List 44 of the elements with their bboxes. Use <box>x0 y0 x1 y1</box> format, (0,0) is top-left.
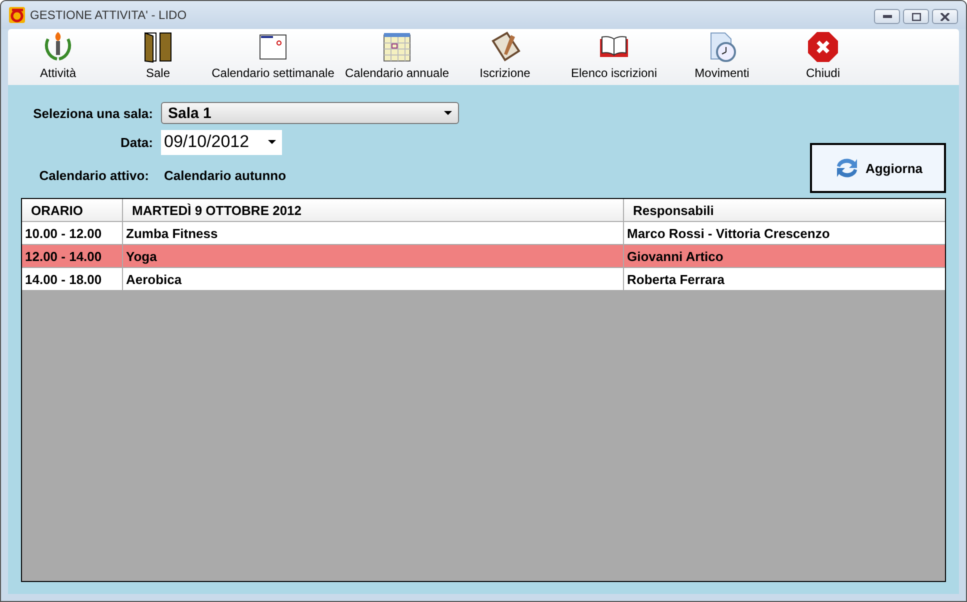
table-cell: Zumba Fitness <box>122 222 623 244</box>
minimize-icon <box>882 15 892 18</box>
column-header: ORARIO <box>30 202 84 220</box>
field-label: Seleziona una sala: <box>32 106 154 120</box>
table-cell: Yoga <box>122 245 623 267</box>
date-picker[interactable]: 09/10/2012 <box>161 130 282 154</box>
table-row[interactable]: 10.00 - 12.00 Zumba Fitness Marco Rossi - Vittoria Crescenzo <box>22 222 945 245</box>
minimize-button[interactable] <box>874 9 900 24</box>
table-cell: Marco Rossi - Vittoria Crescenzo <box>623 222 945 244</box>
table-row[interactable]: 14.00 - 18.00 Aerobica Roberta Ferrara <box>22 268 945 291</box>
field-label: Data: <box>119 134 154 150</box>
toolbar-button[interactable]: Movimenti <box>674 29 770 85</box>
calendar-icon <box>381 31 413 63</box>
room-dropdown[interactable]: Sala 1 <box>161 102 459 124</box>
doors-icon <box>142 31 174 63</box>
table-cell: Roberta Ferrara <box>623 268 945 290</box>
close-icon <box>807 31 839 63</box>
table-cell: Aerobica <box>122 268 623 290</box>
close-icon <box>940 12 950 20</box>
dropdown-arrow-icon <box>444 111 452 115</box>
dropdown-arrow-icon <box>268 140 276 144</box>
window-title: GESTIONE ATTIVITA' - LIDO <box>30 8 187 22</box>
calendar-value: Calendario autunno <box>163 168 286 182</box>
table-cell-text: 10.00 - 12.00 <box>24 224 103 242</box>
maximize-button[interactable] <box>903 9 929 24</box>
table-row[interactable]: 12.00 - 14.00 Yoga Giovanni Artico <box>22 245 945 268</box>
column-header: MARTEDÌ 9 OTTOBRE 2012 <box>122 199 623 221</box>
maximize-icon <box>912 12 920 20</box>
table-cell: Giovanni Artico <box>623 245 945 267</box>
close-button[interactable] <box>932 9 958 24</box>
torch-icon <box>42 31 74 63</box>
toolbar-button[interactable]: Calendario annuale <box>338 29 456 85</box>
toolbar-button[interactable]: Calendario settimanale <box>208 29 338 85</box>
toolbar-button[interactable]: Attività <box>8 29 108 85</box>
column-header: Responsabili <box>623 199 945 221</box>
table-cell-text: 12.00 - 14.00 <box>24 248 103 266</box>
table-cell-text: 14.00 - 18.00 <box>24 270 103 288</box>
toolbar-button[interactable]: Sale <box>108 29 208 85</box>
toolbar-button[interactable]: Chiudi <box>770 29 876 85</box>
field-label: Calendario attivo: <box>38 168 150 182</box>
toolbar-button[interactable]: Iscrizione <box>456 29 554 85</box>
toolbar-button[interactable]: Elenco iscrizioni <box>554 29 674 85</box>
refresh-button[interactable]: Aggiorna <box>810 143 946 193</box>
app-logo-icon <box>9 7 25 23</box>
